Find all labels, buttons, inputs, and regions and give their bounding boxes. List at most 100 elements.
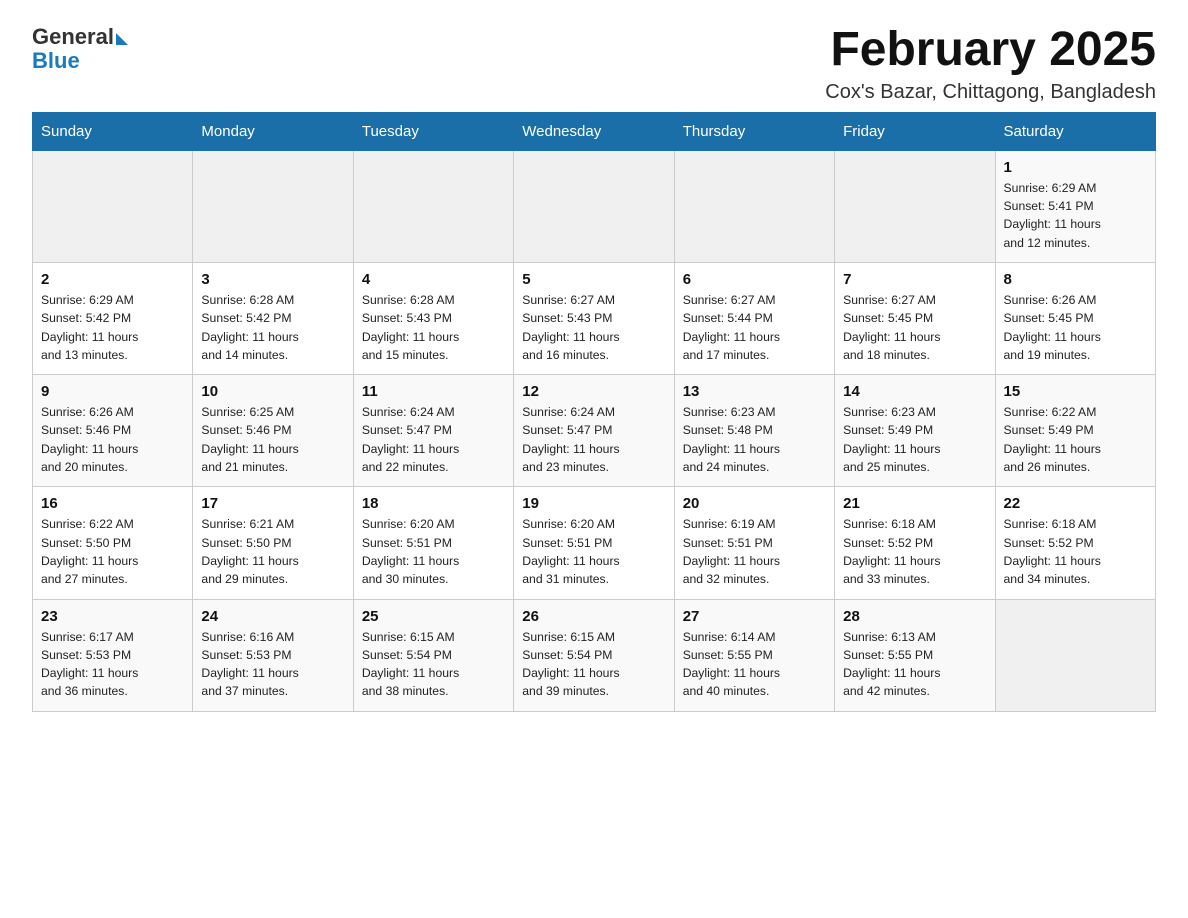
- day-info: Sunrise: 6:25 AM Sunset: 5:46 PM Dayligh…: [201, 403, 344, 476]
- day-info: Sunrise: 6:26 AM Sunset: 5:46 PM Dayligh…: [41, 403, 184, 476]
- day-number: 24: [201, 608, 344, 625]
- day-number: 4: [362, 271, 505, 288]
- weekday-header-monday: Monday: [193, 112, 353, 150]
- calendar-cell: 21 Sunrise: 6:18 AM Sunset: 5:52 PM Dayli…: [835, 487, 995, 599]
- day-number: 14: [843, 383, 986, 400]
- day-number: 27: [683, 608, 826, 625]
- calendar-cell: 17 Sunrise: 6:21 AM Sunset: 5:50 PM Dayli…: [193, 487, 353, 599]
- day-info: Sunrise: 6:22 AM Sunset: 5:49 PM Dayligh…: [1004, 403, 1147, 476]
- calendar-cell: [514, 150, 674, 262]
- day-info: Sunrise: 6:23 AM Sunset: 5:48 PM Dayligh…: [683, 403, 826, 476]
- calendar-cell: 22 Sunrise: 6:18 AM Sunset: 5:52 PM Dayli…: [995, 487, 1155, 599]
- calendar-cell: 15 Sunrise: 6:22 AM Sunset: 5:49 PM Dayli…: [995, 375, 1155, 487]
- calendar-cell: 10 Sunrise: 6:25 AM Sunset: 5:46 PM Dayli…: [193, 375, 353, 487]
- logo-blue-text: Blue: [32, 48, 80, 74]
- calendar-cell: 12 Sunrise: 6:24 AM Sunset: 5:47 PM Dayli…: [514, 375, 674, 487]
- day-info: Sunrise: 6:16 AM Sunset: 5:53 PM Dayligh…: [201, 628, 344, 701]
- day-number: 2: [41, 271, 184, 288]
- logo: General Blue: [32, 24, 128, 74]
- calendar-header: SundayMondayTuesdayWednesdayThursdayFrid…: [33, 112, 1156, 150]
- day-number: 7: [843, 271, 986, 288]
- day-number: 1: [1004, 159, 1147, 176]
- day-number: 18: [362, 495, 505, 512]
- calendar-cell: [33, 150, 193, 262]
- calendar-cell: 9 Sunrise: 6:26 AM Sunset: 5:46 PM Daylig…: [33, 375, 193, 487]
- day-info: Sunrise: 6:29 AM Sunset: 5:41 PM Dayligh…: [1004, 179, 1147, 252]
- page-header: General Blue February 2025 Cox's Bazar, …: [32, 24, 1156, 104]
- day-info: Sunrise: 6:19 AM Sunset: 5:51 PM Dayligh…: [683, 515, 826, 588]
- day-info: Sunrise: 6:26 AM Sunset: 5:45 PM Dayligh…: [1004, 291, 1147, 364]
- calendar-week-row: 1 Sunrise: 6:29 AM Sunset: 5:41 PM Daylig…: [33, 150, 1156, 262]
- calendar-cell: 2 Sunrise: 6:29 AM Sunset: 5:42 PM Daylig…: [33, 262, 193, 374]
- day-number: 21: [843, 495, 986, 512]
- calendar-week-row: 23 Sunrise: 6:17 AM Sunset: 5:53 PM Dayli…: [33, 599, 1156, 711]
- day-info: Sunrise: 6:18 AM Sunset: 5:52 PM Dayligh…: [1004, 515, 1147, 588]
- day-info: Sunrise: 6:15 AM Sunset: 5:54 PM Dayligh…: [362, 628, 505, 701]
- calendar-week-row: 16Sunrise: 6:22 AM Sunset: 5:50 PM Dayli…: [33, 487, 1156, 599]
- day-number: 8: [1004, 271, 1147, 288]
- calendar-cell: [995, 599, 1155, 711]
- day-info: Sunrise: 6:29 AM Sunset: 5:42 PM Dayligh…: [41, 291, 184, 364]
- weekday-header-saturday: Saturday: [995, 112, 1155, 150]
- day-info: Sunrise: 6:17 AM Sunset: 5:53 PM Dayligh…: [41, 628, 184, 701]
- calendar-body: 1 Sunrise: 6:29 AM Sunset: 5:41 PM Daylig…: [33, 150, 1156, 711]
- day-info: Sunrise: 6:21 AM Sunset: 5:50 PM Dayligh…: [201, 515, 344, 588]
- logo-general-text: General: [32, 24, 114, 50]
- day-number: 9: [41, 383, 184, 400]
- calendar-cell: 25 Sunrise: 6:15 AM Sunset: 5:54 PM Dayli…: [353, 599, 513, 711]
- day-info: Sunrise: 6:20 AM Sunset: 5:51 PM Dayligh…: [522, 515, 665, 588]
- calendar-cell: 18 Sunrise: 6:20 AM Sunset: 5:51 PM Dayli…: [353, 487, 513, 599]
- weekday-header-row: SundayMondayTuesdayWednesdayThursdayFrid…: [33, 112, 1156, 150]
- weekday-header-friday: Friday: [835, 112, 995, 150]
- day-number: 17: [201, 495, 344, 512]
- weekday-header-tuesday: Tuesday: [353, 112, 513, 150]
- day-info: Sunrise: 6:18 AM Sunset: 5:52 PM Dayligh…: [843, 515, 986, 588]
- month-title: February 2025: [825, 24, 1156, 77]
- day-info: Sunrise: 6:14 AM Sunset: 5:55 PM Dayligh…: [683, 628, 826, 701]
- day-info: Sunrise: 6:24 AM Sunset: 5:47 PM Dayligh…: [522, 403, 665, 476]
- day-number: 23: [41, 608, 184, 625]
- day-number: 12: [522, 383, 665, 400]
- day-number: 25: [362, 608, 505, 625]
- calendar-cell: 6 Sunrise: 6:27 AM Sunset: 5:44 PM Daylig…: [674, 262, 834, 374]
- logo-arrow-icon: [116, 33, 128, 45]
- calendar-cell: 7Sunrise: 6:27 AM Sunset: 5:45 PM Daylig…: [835, 262, 995, 374]
- calendar-cell: 8 Sunrise: 6:26 AM Sunset: 5:45 PM Daylig…: [995, 262, 1155, 374]
- day-info: Sunrise: 6:28 AM Sunset: 5:43 PM Dayligh…: [362, 291, 505, 364]
- calendar-cell: 5 Sunrise: 6:27 AM Sunset: 5:43 PM Daylig…: [514, 262, 674, 374]
- day-number: 11: [362, 383, 505, 400]
- day-number: 15: [1004, 383, 1147, 400]
- calendar-cell: 3Sunrise: 6:28 AM Sunset: 5:42 PM Daylig…: [193, 262, 353, 374]
- calendar-cell: [353, 150, 513, 262]
- day-number: 13: [683, 383, 826, 400]
- calendar-cell: 16Sunrise: 6:22 AM Sunset: 5:50 PM Dayli…: [33, 487, 193, 599]
- day-number: 10: [201, 383, 344, 400]
- calendar-cell: 4 Sunrise: 6:28 AM Sunset: 5:43 PM Daylig…: [353, 262, 513, 374]
- day-info: Sunrise: 6:27 AM Sunset: 5:44 PM Dayligh…: [683, 291, 826, 364]
- day-info: Sunrise: 6:13 AM Sunset: 5:55 PM Dayligh…: [843, 628, 986, 701]
- day-number: 20: [683, 495, 826, 512]
- calendar-cell: 26Sunrise: 6:15 AM Sunset: 5:54 PM Dayli…: [514, 599, 674, 711]
- calendar-week-row: 9 Sunrise: 6:26 AM Sunset: 5:46 PM Daylig…: [33, 375, 1156, 487]
- day-info: Sunrise: 6:27 AM Sunset: 5:43 PM Dayligh…: [522, 291, 665, 364]
- calendar-cell: 13 Sunrise: 6:23 AM Sunset: 5:48 PM Dayli…: [674, 375, 834, 487]
- day-info: Sunrise: 6:20 AM Sunset: 5:51 PM Dayligh…: [362, 515, 505, 588]
- calendar-cell: 28 Sunrise: 6:13 AM Sunset: 5:55 PM Dayli…: [835, 599, 995, 711]
- calendar-cell: [674, 150, 834, 262]
- weekday-header-wednesday: Wednesday: [514, 112, 674, 150]
- calendar-cell: 1 Sunrise: 6:29 AM Sunset: 5:41 PM Daylig…: [995, 150, 1155, 262]
- day-number: 3: [201, 271, 344, 288]
- day-number: 22: [1004, 495, 1147, 512]
- title-section: February 2025 Cox's Bazar, Chittagong, B…: [825, 24, 1156, 104]
- day-info: Sunrise: 6:15 AM Sunset: 5:54 PM Dayligh…: [522, 628, 665, 701]
- day-number: 19: [522, 495, 665, 512]
- calendar-cell: 23 Sunrise: 6:17 AM Sunset: 5:53 PM Dayli…: [33, 599, 193, 711]
- weekday-header-thursday: Thursday: [674, 112, 834, 150]
- day-number: 16: [41, 495, 184, 512]
- day-number: 6: [683, 271, 826, 288]
- location-text: Cox's Bazar, Chittagong, Bangladesh: [825, 81, 1156, 104]
- day-number: 5: [522, 271, 665, 288]
- calendar-cell: 11Sunrise: 6:24 AM Sunset: 5:47 PM Dayli…: [353, 375, 513, 487]
- weekday-header-sunday: Sunday: [33, 112, 193, 150]
- day-number: 28: [843, 608, 986, 625]
